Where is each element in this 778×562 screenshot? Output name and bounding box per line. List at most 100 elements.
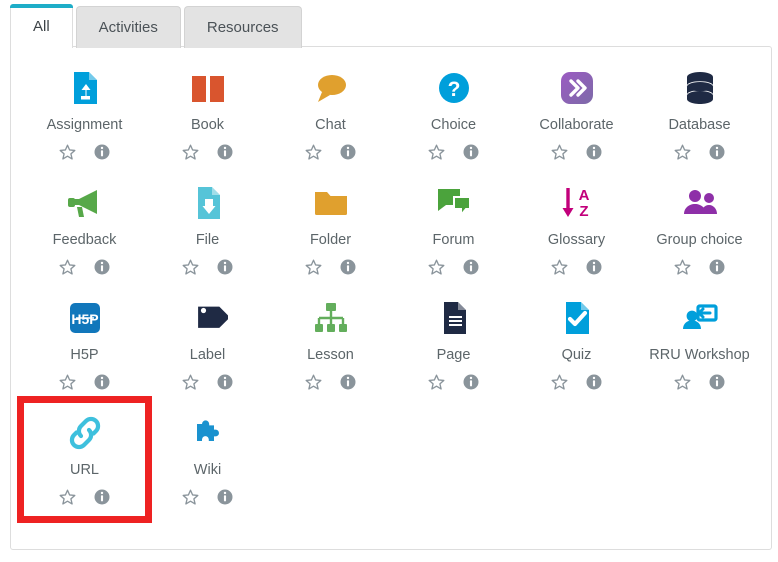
info-icon[interactable] bbox=[93, 258, 111, 276]
info-icon[interactable] bbox=[462, 258, 480, 276]
star-outline-icon[interactable] bbox=[673, 373, 692, 392]
activity-card-label: Label bbox=[189, 347, 226, 363]
activity-card-choice[interactable]: ? Choice bbox=[392, 57, 515, 172]
activity-card-h5p[interactable]: H5P H5P bbox=[23, 287, 146, 402]
info-icon[interactable] bbox=[216, 143, 234, 161]
activity-card-label: H5P bbox=[70, 347, 99, 363]
star-outline-icon[interactable] bbox=[304, 143, 323, 162]
activity-card-folder[interactable]: Folder bbox=[269, 172, 392, 287]
activity-card-lesson[interactable]: Lesson bbox=[269, 287, 392, 402]
lesson-icon bbox=[311, 295, 351, 341]
quiz-icon bbox=[557, 295, 597, 341]
activity-card-actions bbox=[58, 488, 111, 507]
info-icon[interactable] bbox=[462, 373, 480, 391]
info-icon[interactable] bbox=[339, 373, 357, 391]
star-outline-icon[interactable] bbox=[181, 373, 200, 392]
activity-card-actions bbox=[58, 373, 111, 392]
activity-card-actions bbox=[181, 373, 234, 392]
star-outline-icon[interactable] bbox=[673, 143, 692, 162]
info-icon[interactable] bbox=[216, 488, 234, 506]
tab-label: All bbox=[33, 18, 50, 35]
activity-card-chat[interactable]: Chat bbox=[269, 57, 392, 172]
info-icon[interactable] bbox=[216, 373, 234, 391]
star-outline-icon[interactable] bbox=[427, 143, 446, 162]
star-outline-icon[interactable] bbox=[181, 488, 200, 507]
collaborate-icon bbox=[557, 65, 597, 111]
info-icon[interactable] bbox=[585, 373, 603, 391]
info-icon[interactable] bbox=[93, 143, 111, 161]
info-icon[interactable] bbox=[93, 488, 111, 506]
label-icon bbox=[188, 295, 228, 341]
activity-card-book[interactable]: Book bbox=[146, 57, 269, 172]
svg-text:H5P: H5P bbox=[71, 311, 98, 327]
activity-card-glossary[interactable]: A Z Glossary bbox=[515, 172, 638, 287]
info-icon[interactable] bbox=[708, 373, 726, 391]
tab-resources[interactable]: Resources bbox=[183, 6, 302, 48]
chat-icon bbox=[311, 65, 351, 111]
svg-text:A: A bbox=[578, 187, 589, 204]
activity-card-label: Feedback bbox=[52, 232, 117, 248]
info-icon[interactable] bbox=[585, 143, 603, 161]
activity-panel: Assignment Book Chat? Choice Collaborate Data… bbox=[10, 46, 772, 550]
info-icon[interactable] bbox=[216, 258, 234, 276]
activity-card-actions bbox=[550, 258, 603, 277]
activity-card-actions bbox=[304, 258, 357, 277]
star-outline-icon[interactable] bbox=[304, 258, 323, 277]
info-icon[interactable] bbox=[339, 143, 357, 161]
info-icon[interactable] bbox=[585, 258, 603, 276]
activity-card-label: Quiz bbox=[561, 347, 592, 363]
page-icon bbox=[434, 295, 474, 341]
activity-card-collaborate[interactable]: Collaborate bbox=[515, 57, 638, 172]
info-icon[interactable] bbox=[462, 143, 480, 161]
star-outline-icon[interactable] bbox=[427, 373, 446, 392]
info-icon[interactable] bbox=[708, 258, 726, 276]
wiki-icon bbox=[188, 410, 228, 456]
activity-card-page[interactable]: Page bbox=[392, 287, 515, 402]
tab-bar: All Activities Resources bbox=[0, 4, 305, 49]
activity-card-actions bbox=[550, 143, 603, 162]
activity-card-label: Group choice bbox=[656, 232, 743, 248]
activity-card-label: Page bbox=[436, 347, 471, 363]
activity-chooser: All Activities Resources Assignment Book Cha… bbox=[0, 0, 778, 562]
activity-card-rru-workshop[interactable]: RRU Workshop bbox=[638, 287, 761, 402]
activity-card-feedback[interactable]: Feedback bbox=[23, 172, 146, 287]
star-outline-icon[interactable] bbox=[550, 258, 569, 277]
activity-card-actions bbox=[181, 488, 234, 507]
star-outline-icon[interactable] bbox=[181, 143, 200, 162]
tab-activities[interactable]: Activities bbox=[75, 6, 181, 48]
activity-card-assignment[interactable]: Assignment bbox=[23, 57, 146, 172]
activity-card-quiz[interactable]: Quiz bbox=[515, 287, 638, 402]
activity-card-wiki[interactable]: Wiki bbox=[146, 402, 269, 517]
activity-card-actions bbox=[550, 373, 603, 392]
info-icon[interactable] bbox=[708, 143, 726, 161]
activity-card-group-choice[interactable]: Group choice bbox=[638, 172, 761, 287]
activity-card-label: Forum bbox=[432, 232, 475, 248]
activity-card-forum[interactable]: Forum bbox=[392, 172, 515, 287]
star-outline-icon[interactable] bbox=[673, 258, 692, 277]
star-outline-icon[interactable] bbox=[427, 258, 446, 277]
activity-card-label[interactable]: Label bbox=[146, 287, 269, 402]
info-icon[interactable] bbox=[339, 258, 357, 276]
star-outline-icon[interactable] bbox=[58, 373, 77, 392]
activity-card-label: Collaborate bbox=[539, 117, 614, 133]
info-icon[interactable] bbox=[93, 373, 111, 391]
activity-card-url[interactable]: URL bbox=[17, 396, 152, 523]
activity-card-file[interactable]: File bbox=[146, 172, 269, 287]
star-outline-icon[interactable] bbox=[550, 143, 569, 162]
star-outline-icon[interactable] bbox=[550, 373, 569, 392]
tab-all[interactable]: All bbox=[10, 4, 73, 49]
forum-icon bbox=[434, 180, 474, 226]
star-outline-icon[interactable] bbox=[58, 488, 77, 507]
star-outline-icon[interactable] bbox=[304, 373, 323, 392]
activity-grid: Assignment Book Chat? Choice Collaborate Data… bbox=[17, 57, 761, 523]
activity-card-label: RRU Workshop bbox=[649, 347, 750, 363]
activity-card-actions bbox=[58, 258, 111, 277]
star-outline-icon[interactable] bbox=[58, 258, 77, 277]
folder-icon bbox=[311, 180, 351, 226]
star-outline-icon[interactable] bbox=[58, 143, 77, 162]
activity-card-label: File bbox=[195, 232, 220, 248]
h5p-icon: H5P bbox=[65, 295, 105, 341]
star-outline-icon[interactable] bbox=[181, 258, 200, 277]
activity-card-database[interactable]: Database bbox=[638, 57, 761, 172]
activity-card-actions bbox=[304, 373, 357, 392]
